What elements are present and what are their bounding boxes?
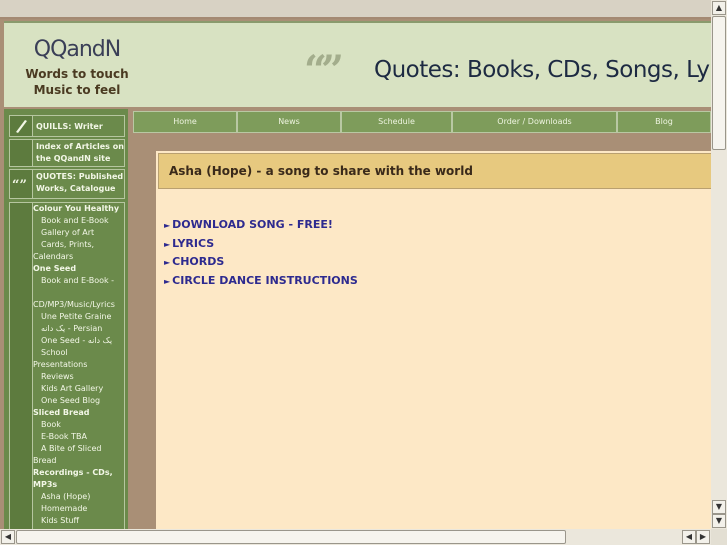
bullet-arrow-icon: ►	[164, 258, 171, 267]
sidebar-nav-item[interactable]: Recordings - CDs,	[33, 467, 128, 479]
sidebar-nav-item[interactable]: Book	[33, 419, 128, 431]
content-link[interactable]: ► CHORDS	[164, 253, 358, 272]
main-area: Home News Schedule Order / Downloads Blog As…	[133, 109, 711, 529]
logo-name: QQandN	[33, 37, 121, 62]
scroll-up-button[interactable]: ▲	[712, 1, 726, 15]
top-nav: Home News Schedule Order / Downloads Blog	[133, 111, 711, 133]
content-panel: Asha (Hope) - a song to share with the w…	[156, 151, 711, 529]
sidebar-item-quotes[interactable]: “” QUOTES: Published Works, Catalogue	[9, 169, 125, 199]
link-list: ► DOWNLOAD SONG - FREE! ► LYRICS ► CHORDS ► CIR…	[164, 216, 358, 290]
sidebar-nav-item[interactable]: یک دانه - Persian	[33, 323, 128, 335]
scroll-down-button[interactable]: ▼	[712, 500, 726, 514]
horizontal-scrollbar[interactable]: ◀ ◀ ▶	[0, 529, 711, 545]
content-link[interactable]: ► CIRCLE DANCE INSTRUCTIONS	[164, 272, 358, 291]
sidebar-nav-item[interactable]: One Seed - یک دانه	[33, 335, 128, 347]
blank-icon	[10, 203, 33, 529]
sidebar-item-index[interactable]: Index of Articles on the QQandN site	[9, 139, 125, 167]
sidebar-nav-item[interactable]: Presentations	[33, 359, 128, 371]
site-logo[interactable]: QQandN Words to touch Music to feel	[4, 23, 150, 107]
sidebar-nav-item[interactable]: Calendars	[33, 251, 128, 263]
sidebar-item-quills[interactable]: QUILLS: Writer	[9, 115, 125, 137]
header-title: Quotes: Books, CDs, Songs, Lyrics	[374, 57, 711, 83]
sidebar-nav: Colour You Healthy Book and E-Book Gallery…	[33, 203, 128, 529]
svg-text:“”: “”	[12, 178, 27, 193]
logo-tagline-1: Words to touch	[25, 67, 129, 81]
sidebar-nav-item[interactable]: Homemade	[33, 503, 128, 515]
sidebar-nav-item[interactable]: Sliced Bread	[33, 407, 128, 419]
sidebar-nav-item[interactable]: MP3s	[33, 479, 128, 491]
quill-icon	[10, 116, 33, 136]
scroll-left-button-2[interactable]: ◀	[682, 530, 696, 544]
sidebar-nav-item[interactable]: Bread	[33, 455, 128, 467]
vertical-scrollbar[interactable]: ▲ ▼ ▼	[711, 0, 727, 529]
logo-tagline-2: Music to feel	[33, 83, 121, 97]
bullet-arrow-icon: ►	[164, 239, 171, 249]
tab-news[interactable]: News	[237, 111, 341, 133]
sidebar-nav-item[interactable]: E-Book TBA	[33, 431, 128, 443]
sidebar-nav-item[interactable]: Reviews	[33, 371, 128, 383]
link-label: LYRICS	[172, 236, 215, 250]
sidebar-item-label: QUILLS: Writer	[36, 122, 103, 131]
page-title-box: Asha (Hope) - a song to share with the w…	[158, 153, 711, 189]
sidebar-nav-item[interactable]: Cards, Prints,	[33, 239, 128, 251]
link-label: DOWNLOAD SONG - FREE!	[172, 218, 333, 231]
sidebar-nav-item[interactable]: A Bite of Sliced	[33, 443, 128, 455]
sidebar-nav-item	[33, 287, 128, 299]
tab-schedule[interactable]: Schedule	[341, 111, 452, 133]
sidebar-nav-item[interactable]: Book and E-Book -	[33, 275, 128, 287]
scrollbar-corner	[711, 529, 727, 545]
vertical-scroll-thumb[interactable]	[712, 16, 726, 150]
content-link[interactable]: ► DOWNLOAD SONG - FREE!	[164, 216, 358, 235]
scroll-left-button[interactable]: ◀	[1, 530, 15, 544]
sidebar-nav-item[interactable]: Asha (Hope)	[33, 491, 128, 503]
tab-home[interactable]: Home	[133, 111, 237, 133]
bullet-arrow-icon: ►	[164, 221, 171, 230]
quote-marks-icon: “”	[304, 47, 344, 94]
sidebar-nav-item[interactable]: School	[33, 347, 128, 359]
sidebar-item-label: Index of Articles on the QQandN site	[36, 142, 124, 163]
browser-viewport: QQandN Words to touch Music to feel “” Q…	[0, 0, 711, 529]
quote-icon: “”	[10, 170, 33, 198]
sidebar: QUILLS: Writer Index of Articles on the …	[4, 109, 128, 529]
tab-blog[interactable]: Blog	[617, 111, 711, 133]
scroll-down-button-2[interactable]: ▼	[712, 514, 726, 528]
sidebar-nav-item[interactable]: Gallery of Art	[33, 227, 128, 239]
tab-order-downloads[interactable]: Order / Downloads	[452, 111, 617, 133]
blank-icon	[10, 140, 33, 166]
horizontal-scroll-thumb[interactable]	[16, 530, 566, 544]
page-title: Asha (Hope) - a song to share with the w…	[169, 164, 473, 178]
sidebar-nav-item[interactable]: Une Petite Graine	[33, 311, 128, 323]
scroll-right-button[interactable]: ▶	[696, 530, 710, 544]
link-label: CHORDS	[172, 255, 225, 268]
site-header: QQandN Words to touch Music to feel “” Q…	[4, 21, 711, 107]
sidebar-nav-item[interactable]: One Seed Blog	[33, 395, 128, 407]
content-link[interactable]: ► LYRICS	[164, 235, 358, 254]
sidebar-nav-item[interactable]: Kids Stuff	[33, 515, 128, 527]
sidebar-item-label: QUOTES: Published Works, Catalogue	[36, 172, 124, 193]
sidebar-nav-item[interactable]: Colour You Healthy	[33, 203, 128, 215]
link-label: CIRCLE DANCE INSTRUCTIONS	[172, 273, 358, 287]
sidebar-nav-item[interactable]: Book and E-Book	[33, 215, 128, 227]
top-strip	[0, 0, 711, 19]
sidebar-nav-item[interactable]: Kids Art Gallery	[33, 383, 128, 395]
sidebar-nav-item[interactable]: One Seed	[33, 263, 128, 275]
sidebar-nav-item[interactable]: CD/MP3/Music/Lyrics	[33, 299, 128, 311]
bullet-arrow-icon: ►	[164, 276, 171, 286]
